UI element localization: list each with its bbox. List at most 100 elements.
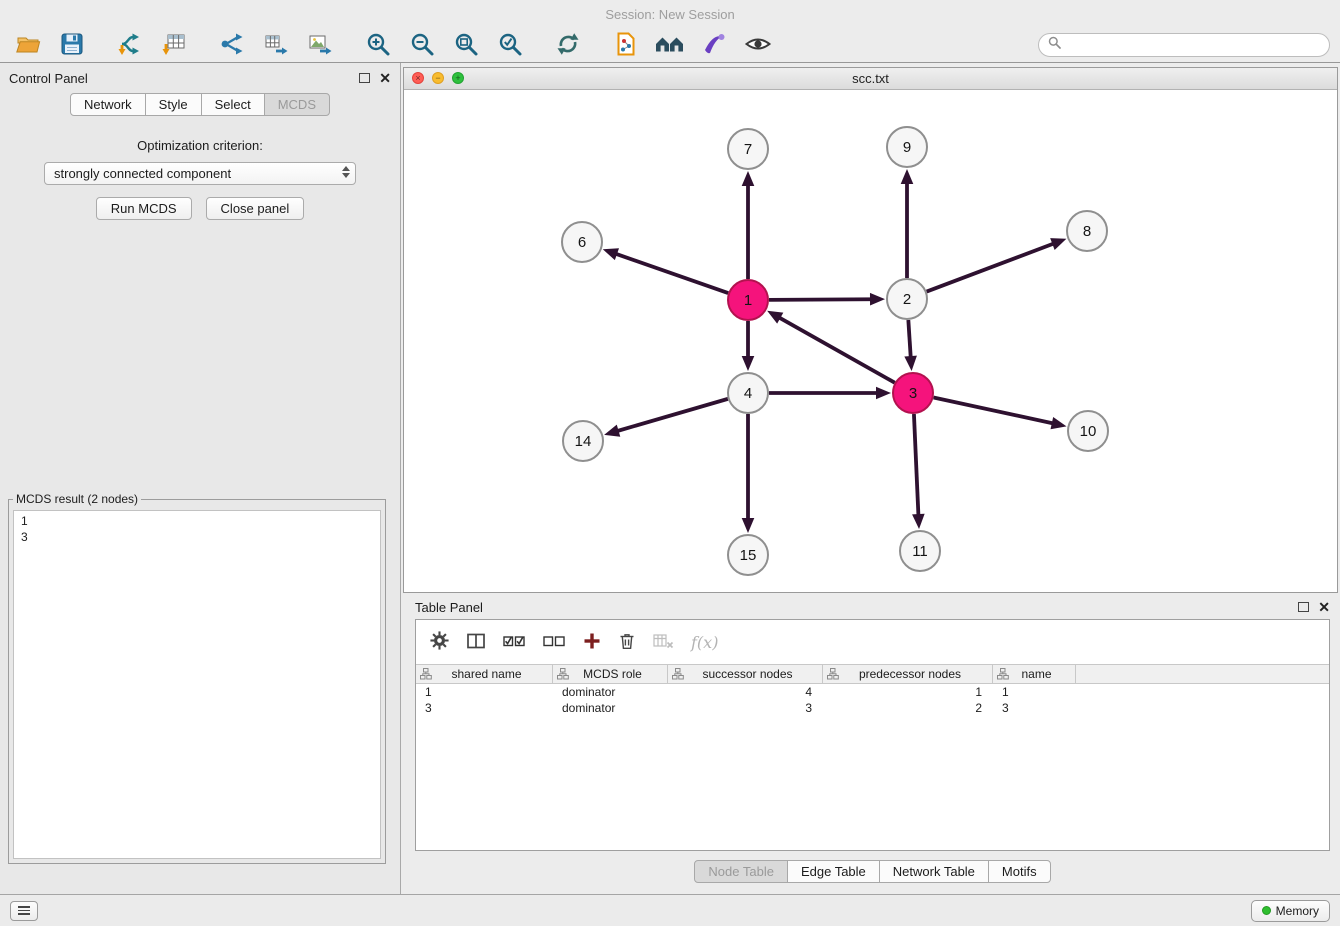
zoom-out-button[interactable] [404,30,440,60]
zoom-fit-button[interactable] [448,30,484,60]
cell-name[interactable]: 3 [993,700,1076,716]
mcds-result-text[interactable]: 13 [13,510,381,859]
tab-network[interactable]: Network [70,93,146,116]
deselect-all-button[interactable] [543,633,566,652]
select-all-button[interactable] [503,633,526,652]
graph-node-7[interactable]: 7 [728,129,768,169]
search-field[interactable] [1038,33,1330,57]
table-tab-network-table[interactable]: Network Table [879,860,989,883]
columns-icon [466,632,486,653]
close-panel-icon[interactable]: ✕ [379,71,391,85]
close-panel-button[interactable]: Close panel [206,197,305,220]
style-brush-button[interactable] [696,30,732,60]
table-tab-motifs[interactable]: Motifs [988,860,1051,883]
right-column: × − + scc.txt 7968124314101511 Table Pan… [401,63,1340,894]
delete-table-button[interactable] [653,633,674,652]
graph-edge-4-3[interactable] [769,387,891,400]
memory-button[interactable]: Memory [1251,900,1330,922]
graph-node-14[interactable]: 14 [563,421,603,461]
refresh-view-button[interactable] [550,30,586,60]
graph-node-2[interactable]: 2 [887,279,927,319]
status-menu-button[interactable] [10,901,38,921]
graph-edge-3-11[interactable] [912,414,925,529]
cell-predecessor-nodes[interactable]: 2 [823,700,993,716]
table-tab-node-table[interactable]: Node Table [694,860,788,883]
criterion-dropdown[interactable]: strongly connected component [44,162,356,185]
graph-node-11[interactable]: 11 [900,531,940,571]
zoom-selected-button[interactable] [492,30,528,60]
import-network-button[interactable] [112,30,148,60]
show-columns-button[interactable] [466,632,486,653]
table-row[interactable]: 3dominator323 [416,700,1329,716]
column-header-name[interactable]: name [993,665,1076,683]
network-document-button[interactable] [608,30,644,60]
graph-edge-3-1[interactable] [767,311,895,383]
graph-node-4[interactable]: 4 [728,373,768,413]
float-panel-icon[interactable] [359,73,370,83]
zoom-in-button[interactable] [360,30,396,60]
svg-text:11: 11 [912,543,928,560]
graph-node-10[interactable]: 10 [1068,411,1108,451]
column-header-mcds-role[interactable]: MCDS role [553,665,668,683]
cell-mcds-role[interactable]: dominator [553,684,668,700]
graph-edge-2-3[interactable] [904,320,917,371]
delete-column-button[interactable] [618,631,636,653]
function-builder-button[interactable]: f(x) [691,633,718,652]
network-graph-svg[interactable]: 7 9 6 8 1 2 4 3 14 10 15 11 [404,90,1334,593]
search-input[interactable] [1066,37,1320,53]
cell-successor-nodes[interactable]: 3 [668,700,823,716]
graph-node-8[interactable]: 8 [1067,211,1107,251]
graph-node-3[interactable]: 3 [893,373,933,413]
column-header-predecessor-nodes[interactable]: predecessor nodes [823,665,993,683]
network-from-table-button[interactable] [258,30,294,60]
graph-edge-1-4[interactable] [742,321,755,371]
graph-edge-1-6[interactable] [603,248,728,293]
tab-select[interactable]: Select [201,93,265,116]
open-session-button[interactable] [10,30,46,60]
export-image-button[interactable] [302,30,338,60]
maximize-window-icon[interactable]: + [452,72,464,84]
graph-node-6[interactable]: 6 [562,222,602,262]
close-window-icon[interactable]: × [412,72,424,84]
houses-button[interactable] [652,30,688,60]
float-table-panel-icon[interactable] [1298,602,1309,612]
cell-shared-name[interactable]: 1 [416,684,553,700]
tab-style[interactable]: Style [145,93,202,116]
graph-edge-1-2[interactable] [769,293,885,306]
graph-node-9[interactable]: 9 [887,127,927,167]
column-header-shared-name[interactable]: shared name [416,665,553,683]
cell-successor-nodes[interactable]: 4 [668,684,823,700]
table-row[interactable]: 1dominator411 [416,684,1329,700]
import-table-button[interactable] [156,30,192,60]
column-header-successor-nodes[interactable]: successor nodes [668,665,823,683]
network-tools-group [214,30,338,60]
cell-shared-name[interactable]: 3 [416,700,553,716]
minimize-window-icon[interactable]: − [432,72,444,84]
svg-text:9: 9 [903,139,911,156]
network-window-titlebar: × − + scc.txt [404,68,1337,90]
create-column-button[interactable] [583,632,601,653]
graph-node-15[interactable]: 15 [728,535,768,575]
column-settings-button[interactable] [430,631,449,653]
cell-predecessor-nodes[interactable]: 1 [823,684,993,700]
close-table-panel-icon[interactable]: ✕ [1318,600,1330,614]
table-panel-title: Table Panel [415,600,483,615]
run-mcds-button[interactable]: Run MCDS [96,197,192,220]
graph-node-1[interactable]: 1 [728,280,768,320]
mcds-result-title: MCDS result (2 nodes) [13,492,141,506]
tab-mcds[interactable]: MCDS [264,93,330,116]
graph-edge-4-14[interactable] [604,399,728,437]
network-canvas[interactable]: 7 9 6 8 1 2 4 3 14 10 15 11 [404,90,1337,592]
graph-edge-3-10[interactable] [934,397,1067,429]
network-branch-button[interactable] [214,30,250,60]
graph-edge-4-15[interactable] [742,414,755,533]
graph-edge-2-9[interactable] [901,169,914,278]
export-image-icon [307,31,333,60]
save-session-button[interactable] [54,30,90,60]
cell-name[interactable]: 1 [993,684,1076,700]
cell-mcds-role[interactable]: dominator [553,700,668,716]
show-hide-button[interactable] [740,30,776,60]
graph-edge-2-8[interactable] [927,238,1067,291]
table-tab-edge-table[interactable]: Edge Table [787,860,880,883]
graph-edge-1-7[interactable] [742,171,755,279]
